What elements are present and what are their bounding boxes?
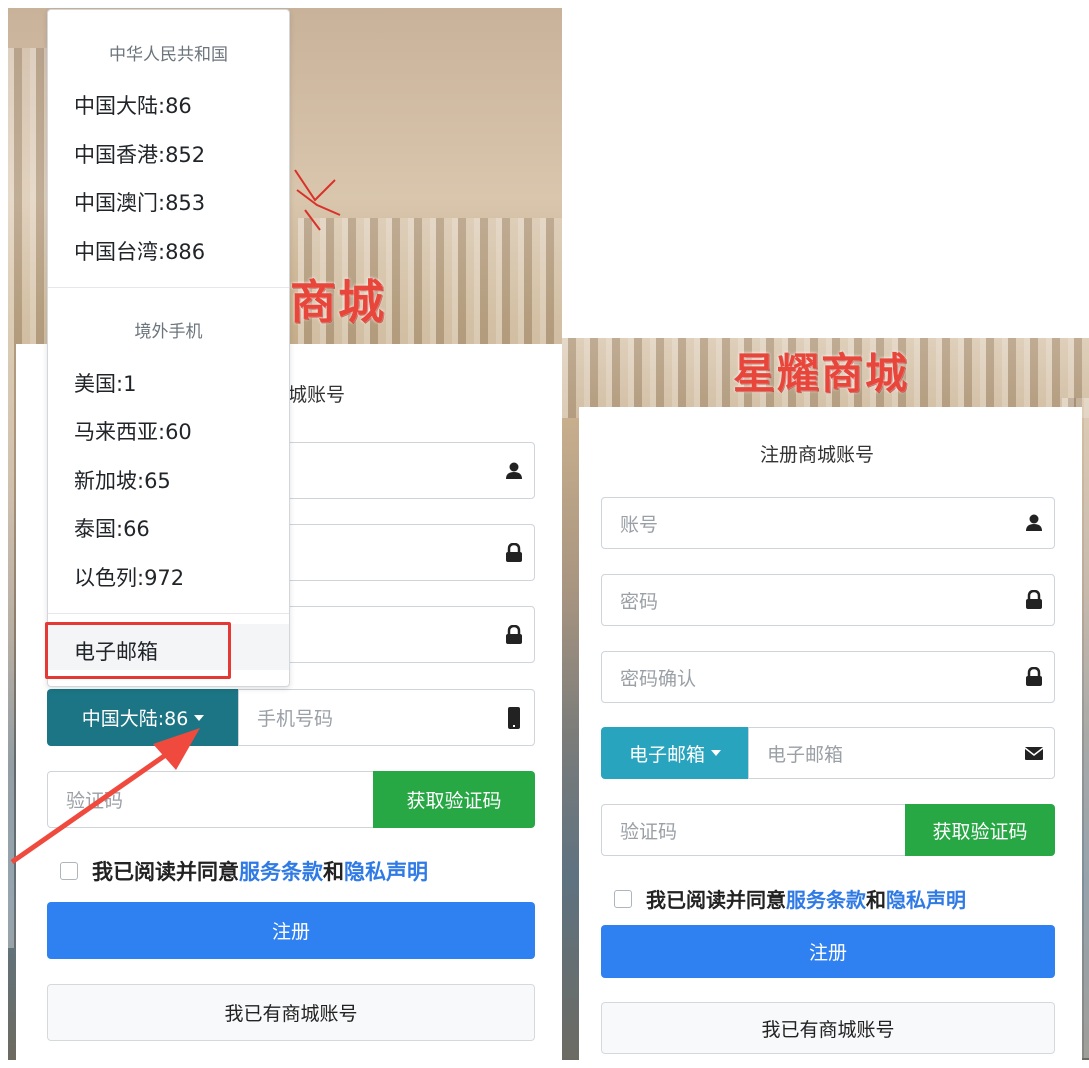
confirm-placeholder: 密码确认 [620,667,697,690]
brand-logo-left: 商城 [290,275,386,329]
captcha-input-left[interactable]: 验证码 [47,771,377,828]
agree-row-right: 我已阅读并同意 服务条款和隐私声明 [614,884,966,913]
phone-placeholder: 手机号码 [257,708,334,730]
dropdown-item[interactable]: 中国大陆:86 [74,90,192,120]
envelope-icon [1014,746,1054,761]
contact-type-dropdown[interactable]: 电子邮箱 [601,727,749,779]
account-input[interactable]: 账号 [601,497,1055,549]
contact-type-label: 电子邮箱 [628,743,705,766]
user-icon [1014,514,1054,532]
agree-checkbox[interactable] [60,862,78,880]
lock-icon [1014,667,1054,687]
dropdown-item[interactable]: 新加坡:65 [74,465,171,495]
country-code-dropdown[interactable]: 中国大陆:86 [47,689,239,746]
captcha-input-right[interactable]: 验证码 [601,804,909,856]
country-code-menu: 中华人民共和国 中国大陆:86 中国香港:852 中国澳门:853 中国台湾:8… [47,9,290,687]
and-text: 和 [323,860,344,884]
dropdown-item[interactable]: 泰国:66 [74,513,150,543]
terms-link[interactable]: 服务条款 [786,884,866,913]
password-placeholder: 密码 [620,590,659,613]
privacy-link[interactable]: 隐私声明 [886,884,966,913]
dropdown-header-china: 中华人民共和国 [109,45,228,65]
get-code-button-left[interactable]: 获取验证码 [373,771,535,828]
phone-input[interactable]: 手机号码 [238,689,535,746]
dropdown-divider [48,613,289,614]
have-account-button-right[interactable]: 我已有商城账号 [601,1002,1055,1054]
lock-icon [1014,590,1054,610]
agree-text: 我已阅读并同意 [92,860,239,884]
dropdown-item[interactable]: 美国:1 [74,368,136,398]
dropdown-divider [48,287,289,288]
password-input[interactable]: 密码 [601,574,1055,626]
register-button-right[interactable]: 注册 [601,925,1055,978]
email-placeholder: 电子邮箱 [767,743,844,766]
dropdown-header-abroad: 境外手机 [134,322,203,342]
user-icon [494,462,534,480]
lock-icon [494,624,534,645]
privacy-link[interactable]: 隐私声明 [344,856,428,886]
email-input[interactable]: 电子邮箱 [748,727,1055,779]
agree-row-left: 我已阅读并同意 服务条款和隐私声明 [60,856,428,886]
captcha-placeholder: 验证码 [620,820,678,843]
dropdown-item[interactable]: 马来西亚:60 [74,416,192,446]
and-text: 和 [866,888,886,912]
country-code-label: 中国大陆:86 [81,708,189,730]
lock-icon [494,542,534,563]
register-button-left[interactable]: 注册 [47,902,535,959]
agree-checkbox[interactable] [614,889,632,908]
form-title-right: 注册商城账号 [760,444,875,466]
have-account-button-left[interactable]: 我已有商城账号 [47,984,535,1041]
confirm-password-input[interactable]: 密码确认 [601,651,1055,703]
caret-down-icon [711,750,721,756]
dropdown-item[interactable]: 以色列:972 [74,562,184,592]
get-code-button-right[interactable]: 获取验证码 [905,804,1055,856]
form-title-left: 城账号 [288,384,346,406]
bird-logo-icon [294,169,341,231]
captcha-placeholder: 验证码 [66,790,124,812]
mobile-icon [494,706,534,730]
account-placeholder: 账号 [620,513,659,536]
caret-down-icon [194,714,205,721]
dropdown-item[interactable]: 中国台湾:886 [74,236,205,266]
brand-logo-right: 星耀商城 [733,349,910,398]
dropdown-item[interactable]: 中国香港:852 [74,139,205,169]
terms-link[interactable]: 服务条款 [239,856,323,886]
annotation-highlight-box [45,622,231,679]
dropdown-item[interactable]: 中国澳门:853 [74,187,205,217]
agree-text: 我已阅读并同意 [646,888,786,912]
